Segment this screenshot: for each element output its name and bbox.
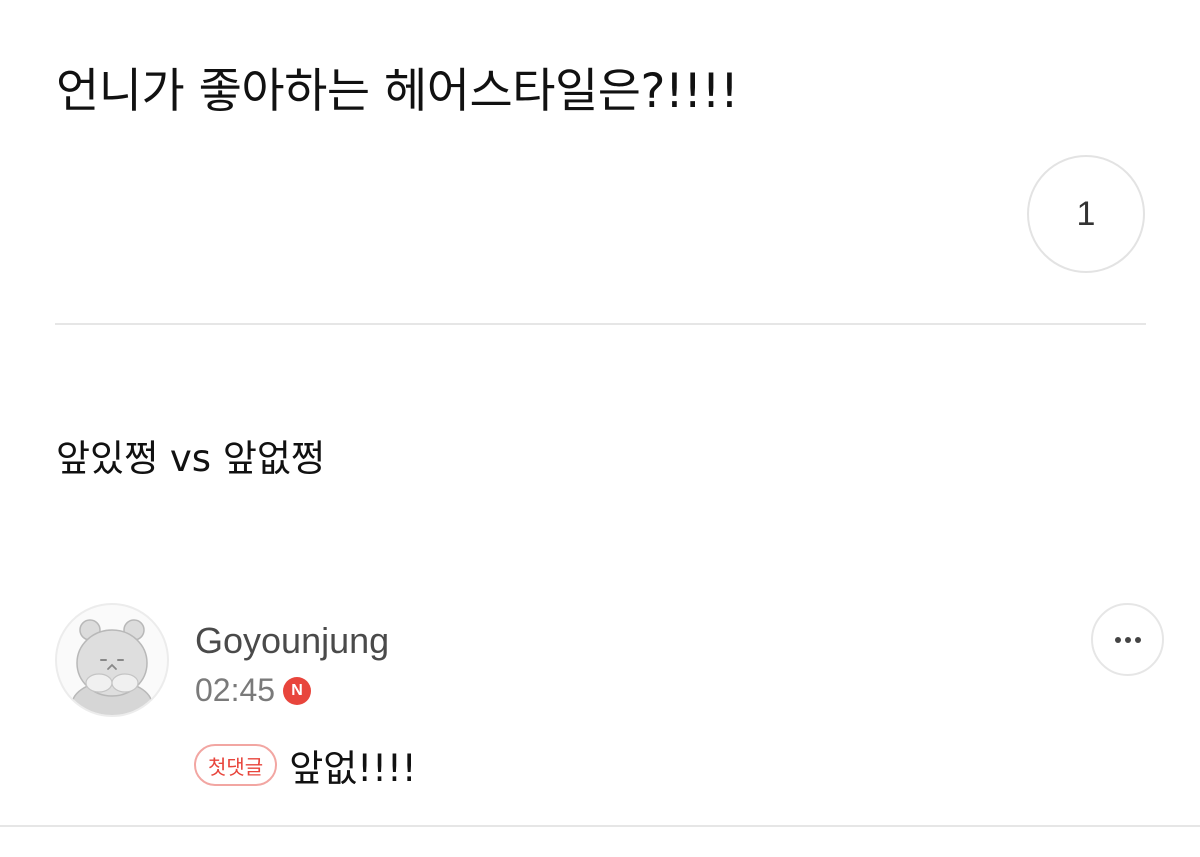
- comment-meta: 02:45 N: [195, 672, 312, 709]
- post-body: 앞있쩡 vs 앞없쩡: [56, 437, 325, 480]
- author-avatar[interactable]: [55, 603, 169, 717]
- author-name[interactable]: Goyounjung: [195, 620, 389, 662]
- more-options-button[interactable]: [1091, 603, 1164, 676]
- comment-text: 앞없!!!!: [289, 747, 417, 790]
- comment-time: 02:45: [195, 672, 276, 708]
- post-title: 언니가 좋아하는 헤어스타일은?!!!!: [56, 64, 739, 119]
- comment-row: 첫댓글 앞없!!!!: [194, 738, 417, 792]
- more-dots-icon: [1114, 636, 1141, 643]
- comment-count-value: 1: [1076, 194, 1096, 233]
- comment-count-badge[interactable]: 1: [1027, 155, 1145, 273]
- divider: [0, 825, 1200, 827]
- hamster-avatar-icon: [71, 619, 153, 715]
- first-comment-badge: 첫댓글: [194, 744, 278, 786]
- new-badge: N: [283, 676, 312, 705]
- post-page: 언니가 좋아하는 헤어스타일은?!!!! 1 앞있쩡 vs 앞없쩡 Goyoun…: [0, 0, 1200, 857]
- divider: [55, 323, 1146, 325]
